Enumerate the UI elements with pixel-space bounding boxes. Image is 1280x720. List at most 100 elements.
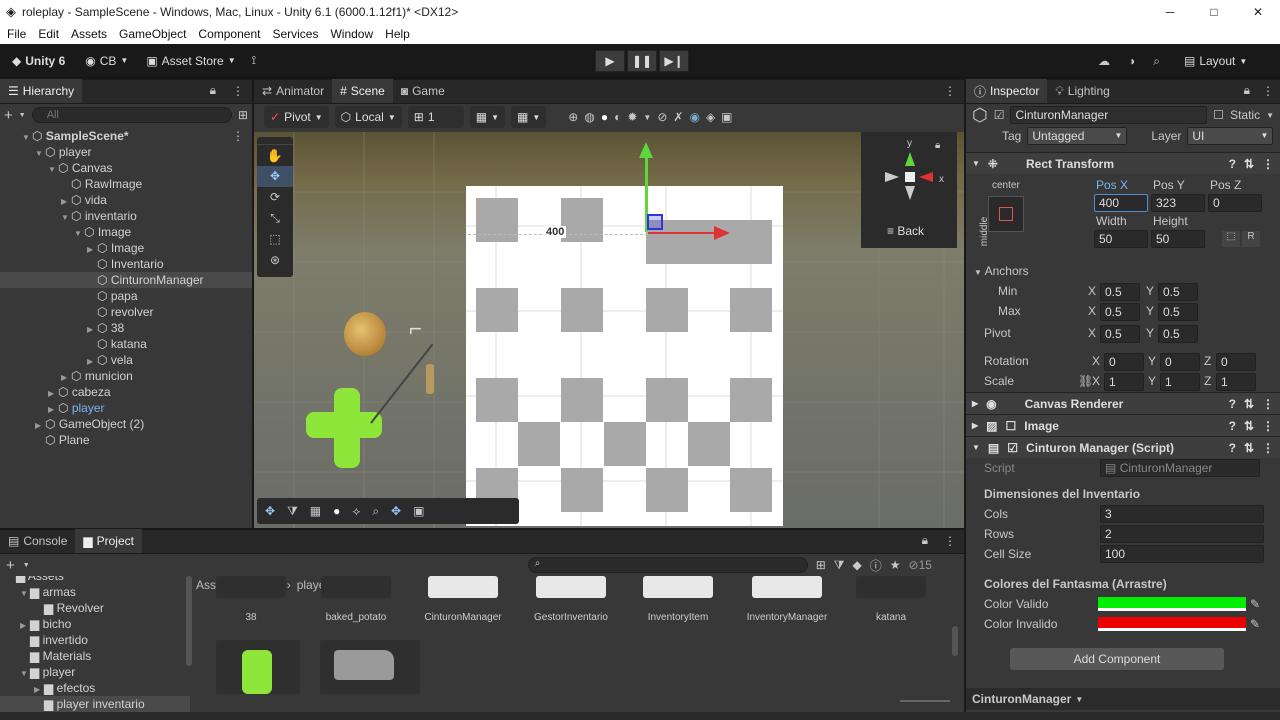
- add-component-button[interactable]: Add Component: [1010, 648, 1224, 670]
- candle-asset[interactable]: [216, 640, 300, 694]
- scale-z-input[interactable]: 1: [1216, 373, 1256, 391]
- rotate-icon[interactable]: ⟳: [257, 187, 293, 208]
- menu-dots-icon[interactable]: ⋮: [1262, 397, 1274, 411]
- account-button[interactable]: ◉ CB ▼: [79, 50, 134, 72]
- tab-animator[interactable]: ⇄ Animator: [254, 79, 332, 103]
- menu-window[interactable]: Window: [330, 27, 373, 41]
- lock-icon[interactable]: 🔒︎: [922, 533, 928, 548]
- inventory-slot[interactable]: [561, 198, 603, 242]
- search-by-type-icon[interactable]: ⊞: [816, 558, 826, 572]
- link-scale-icon[interactable]: ⛓: [1078, 374, 1093, 388]
- help-icon[interactable]: ?: [1229, 397, 1236, 411]
- palette-handle[interactable]: [257, 137, 293, 145]
- hierarchy-item[interactable]: ⬡ RawImage: [0, 176, 252, 192]
- scale-x-input[interactable]: 1: [1104, 373, 1144, 391]
- inventory-slot[interactable]: [561, 468, 603, 512]
- settings-icon[interactable]: ⇅: [1244, 397, 1254, 411]
- anchor-presets-button[interactable]: [988, 196, 1024, 232]
- gizmo-cone-y[interactable]: [905, 152, 915, 166]
- hierarchy-item[interactable]: ⬡ Plane: [0, 432, 252, 448]
- hierarchy-item[interactable]: ⬡ revolver: [0, 304, 252, 320]
- help-icon[interactable]: ?: [1229, 419, 1236, 433]
- grid-icon[interactable]: ▦: [310, 504, 321, 518]
- local-dropdown[interactable]: ⬡ Local ▼: [334, 106, 402, 128]
- revolver-item[interactable]: ⌐: [409, 317, 449, 341]
- settings-icon[interactable]: ⇅: [1244, 419, 1254, 433]
- hierarchy-item[interactable]: ▶ ⬡ player: [0, 400, 252, 416]
- help-icon[interactable]: ?: [1229, 157, 1236, 171]
- blueprint-button[interactable]: ⬚: [1222, 231, 1240, 247]
- play-button[interactable]: ▶: [595, 50, 625, 72]
- hierarchy-item[interactable]: ▼ ⬡ player: [0, 144, 252, 160]
- tag-dropdown[interactable]: Untagged ▼: [1027, 127, 1128, 145]
- layout-dropdown[interactable]: ▤ Layout ▼: [1178, 50, 1253, 72]
- tab-project[interactable]: ▆ Project: [75, 529, 142, 553]
- lock-icon[interactable]: 🔒︎: [210, 83, 216, 98]
- inventory-slot[interactable]: [646, 378, 688, 422]
- close-button[interactable]: ✕: [1236, 5, 1280, 19]
- tab-console[interactable]: ▤ Console: [0, 529, 75, 553]
- lock-icon[interactable]: 🔒︎: [935, 140, 940, 151]
- rows-input[interactable]: 2: [1100, 525, 1264, 543]
- menu-gameobject[interactable]: GameObject: [119, 27, 186, 41]
- audio-mute-icon[interactable]: ⊘: [657, 110, 667, 124]
- rotation-y-input[interactable]: 0: [1160, 353, 1200, 371]
- cloud-icon[interactable]: ☁: [1098, 54, 1110, 68]
- asset-thumbnail[interactable]: [643, 576, 713, 598]
- rotation-x-input[interactable]: 0: [1104, 353, 1144, 371]
- visibility-icon[interactable]: ◉: [689, 110, 699, 124]
- gizmo-center[interactable]: [905, 172, 915, 182]
- transform-icon[interactable]: ⊛: [257, 250, 293, 271]
- inventory-slot[interactable]: [730, 468, 772, 512]
- add-icon[interactable]: +: [6, 557, 15, 574]
- hand-icon[interactable]: ✋: [257, 145, 293, 166]
- effects-icon[interactable]: ✹: [627, 110, 637, 124]
- project-folder-item[interactable]: ▆ Assets: [0, 576, 190, 584]
- pivot-x-input[interactable]: 0.5: [1100, 325, 1140, 343]
- menu-dots-icon[interactable]: ⋮: [944, 534, 956, 548]
- inventory-slot[interactable]: [561, 378, 603, 422]
- project-folder-item[interactable]: ▆ invertido: [0, 632, 190, 648]
- project-folder-item[interactable]: ▼ ▆ armas: [0, 584, 190, 600]
- move-icon[interactable]: ✥: [257, 166, 293, 187]
- gizmo-x-arrow[interactable]: [714, 226, 730, 240]
- project-folder-item[interactable]: ▶ ▆ bicho: [0, 616, 190, 632]
- hierarchy-item[interactable]: ▶ ⬡ cabeza: [0, 384, 252, 400]
- pos-y-input[interactable]: 323: [1151, 194, 1205, 212]
- color-valid-swatch[interactable]: [1098, 597, 1246, 611]
- menu-dots-icon[interactable]: ⋮: [1262, 84, 1274, 98]
- cols-input[interactable]: 3: [1100, 505, 1264, 523]
- search-options-icon[interactable]: ⊞: [238, 108, 248, 122]
- scale-icon[interactable]: ⤡: [257, 208, 293, 229]
- color-invalid-swatch[interactable]: [1098, 617, 1246, 631]
- menu-assets[interactable]: Assets: [71, 27, 107, 41]
- circle-icon[interactable]: ●: [333, 504, 340, 518]
- anchor-max-x-input[interactable]: 0.5: [1100, 303, 1140, 321]
- gizmo-y-arrow[interactable]: [639, 142, 653, 158]
- pause-button[interactable]: ❚❚: [627, 50, 657, 72]
- menu-edit[interactable]: Edit: [38, 27, 59, 41]
- unity-account-button[interactable]: ◆ Unity 6: [6, 50, 71, 72]
- inventory-slot[interactable]: [730, 288, 772, 332]
- hierarchy-item[interactable]: ▼ ⬡ Image: [0, 224, 252, 240]
- height-input[interactable]: 50: [1151, 230, 1205, 248]
- project-folder-item[interactable]: ▆ Materials: [0, 648, 190, 664]
- hierarchy-item[interactable]: ▶ ⬡ vela: [0, 352, 252, 368]
- inventory-slot[interactable]: [604, 422, 646, 466]
- inventory-slot[interactable]: [688, 422, 730, 466]
- wireframe-icon[interactable]: ◐: [614, 110, 621, 124]
- hierarchy-item[interactable]: ▼ ⬡ inventario: [0, 208, 252, 224]
- asset-thumbnail[interactable]: [856, 576, 926, 598]
- pivot-y-input[interactable]: 0.5: [1158, 325, 1198, 343]
- project-folder-item[interactable]: ▶ ▆ efectos: [0, 680, 190, 696]
- menu-component[interactable]: Component: [198, 27, 260, 41]
- menu-dots-icon[interactable]: ⋮: [1262, 419, 1274, 433]
- menu-dots-icon[interactable]: ⋮: [232, 84, 244, 98]
- script-field[interactable]: ▤ CinturonManager: [1100, 459, 1260, 477]
- revolver-asset[interactable]: [320, 640, 420, 694]
- layer-dropdown[interactable]: UI ▼: [1187, 127, 1274, 145]
- inventory-slot[interactable]: [476, 378, 518, 422]
- help-icon[interactable]: ?: [1229, 441, 1236, 455]
- green-cross-horizontal[interactable]: [306, 412, 382, 438]
- script-enabled-checkbox[interactable]: ☑: [1007, 441, 1018, 455]
